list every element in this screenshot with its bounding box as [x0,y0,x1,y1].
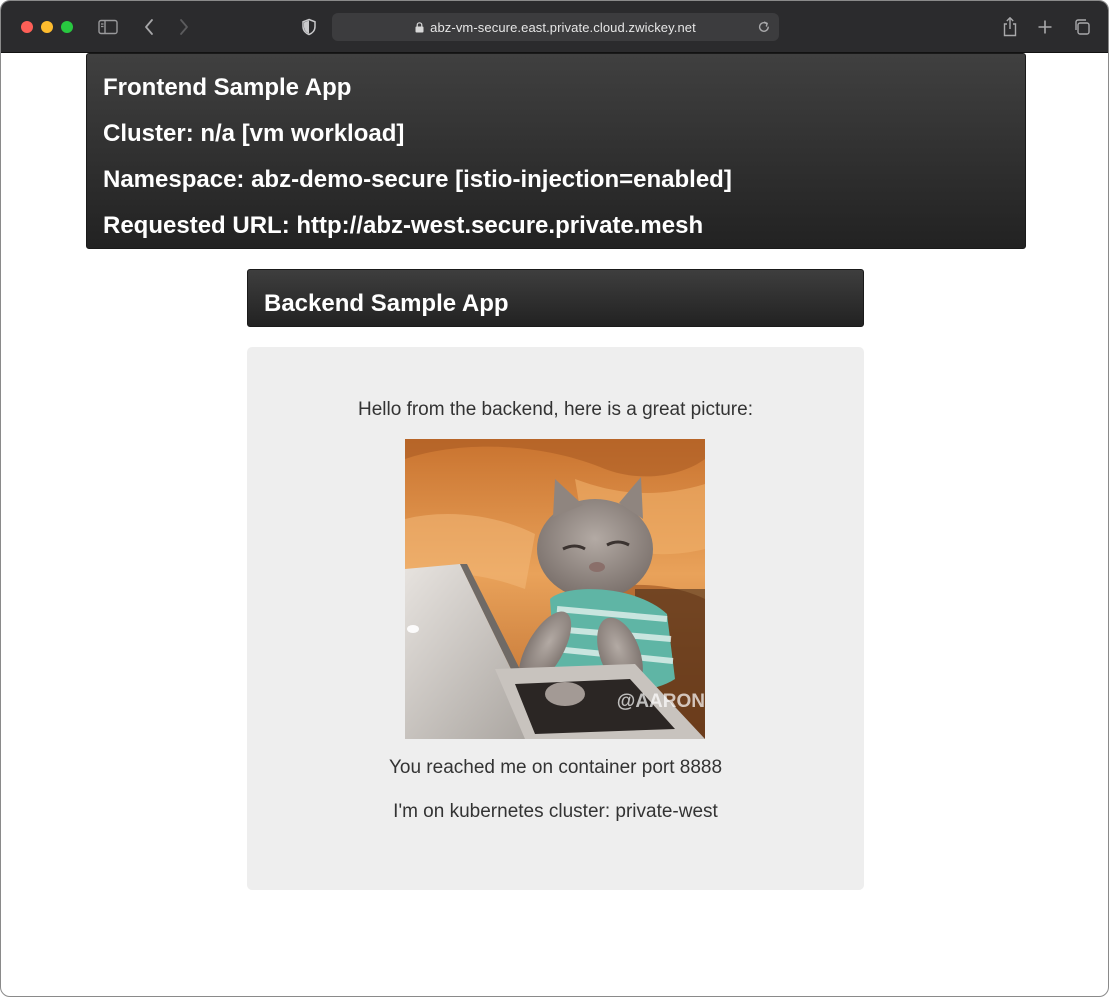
close-window-button[interactable] [21,21,33,33]
minimize-window-button[interactable] [41,21,53,33]
backend-greeting: Hello from the backend, here is a great … [358,399,753,420]
frontend-cluster: Cluster: n/a [vm workload] [103,120,405,147]
maximize-window-button[interactable] [61,21,73,33]
back-icon[interactable] [141,15,157,39]
frontend-namespace: Namespace: abz-demo-secure [istio-inject… [103,166,732,193]
reload-icon[interactable] [757,20,771,39]
address-bar[interactable]: abz-vm-secure.east.private.cloud.zwickey… [332,13,779,41]
cat-typing-picture: @AARON [405,439,705,739]
frontend-info-panel: Frontend Sample App Cluster: n/a [vm wor… [86,53,1026,249]
lock-icon [415,21,424,33]
backend-cluster-text: I'm on kubernetes cluster: private-west [393,801,718,822]
forward-icon[interactable] [176,15,192,39]
tab-overview-icon[interactable] [1072,15,1092,39]
backend-response-panel: Hello from the backend, here is a great … [247,347,864,890]
picture-watermark: @AARON [616,691,705,712]
sidebar-icon[interactable] [97,15,119,39]
share-icon[interactable] [1000,15,1020,39]
url-text: abz-vm-secure.east.private.cloud.zwickey… [430,19,696,35]
backend-title: Backend Sample App [264,290,509,317]
backend-port-text: You reached me on container port 8888 [388,757,723,778]
backend-header: Backend Sample App [247,269,864,327]
browser-toolbar: abz-vm-secure.east.private.cloud.zwickey… [1,1,1108,53]
privacy-shield-icon[interactable] [300,15,318,39]
frontend-title: Frontend Sample App [103,74,352,101]
new-tab-icon[interactable] [1036,15,1054,39]
browser-window: abz-vm-secure.east.private.cloud.zwickey… [0,0,1109,997]
frontend-requested-url: Requested URL: http://abz-west.secure.pr… [103,212,704,239]
